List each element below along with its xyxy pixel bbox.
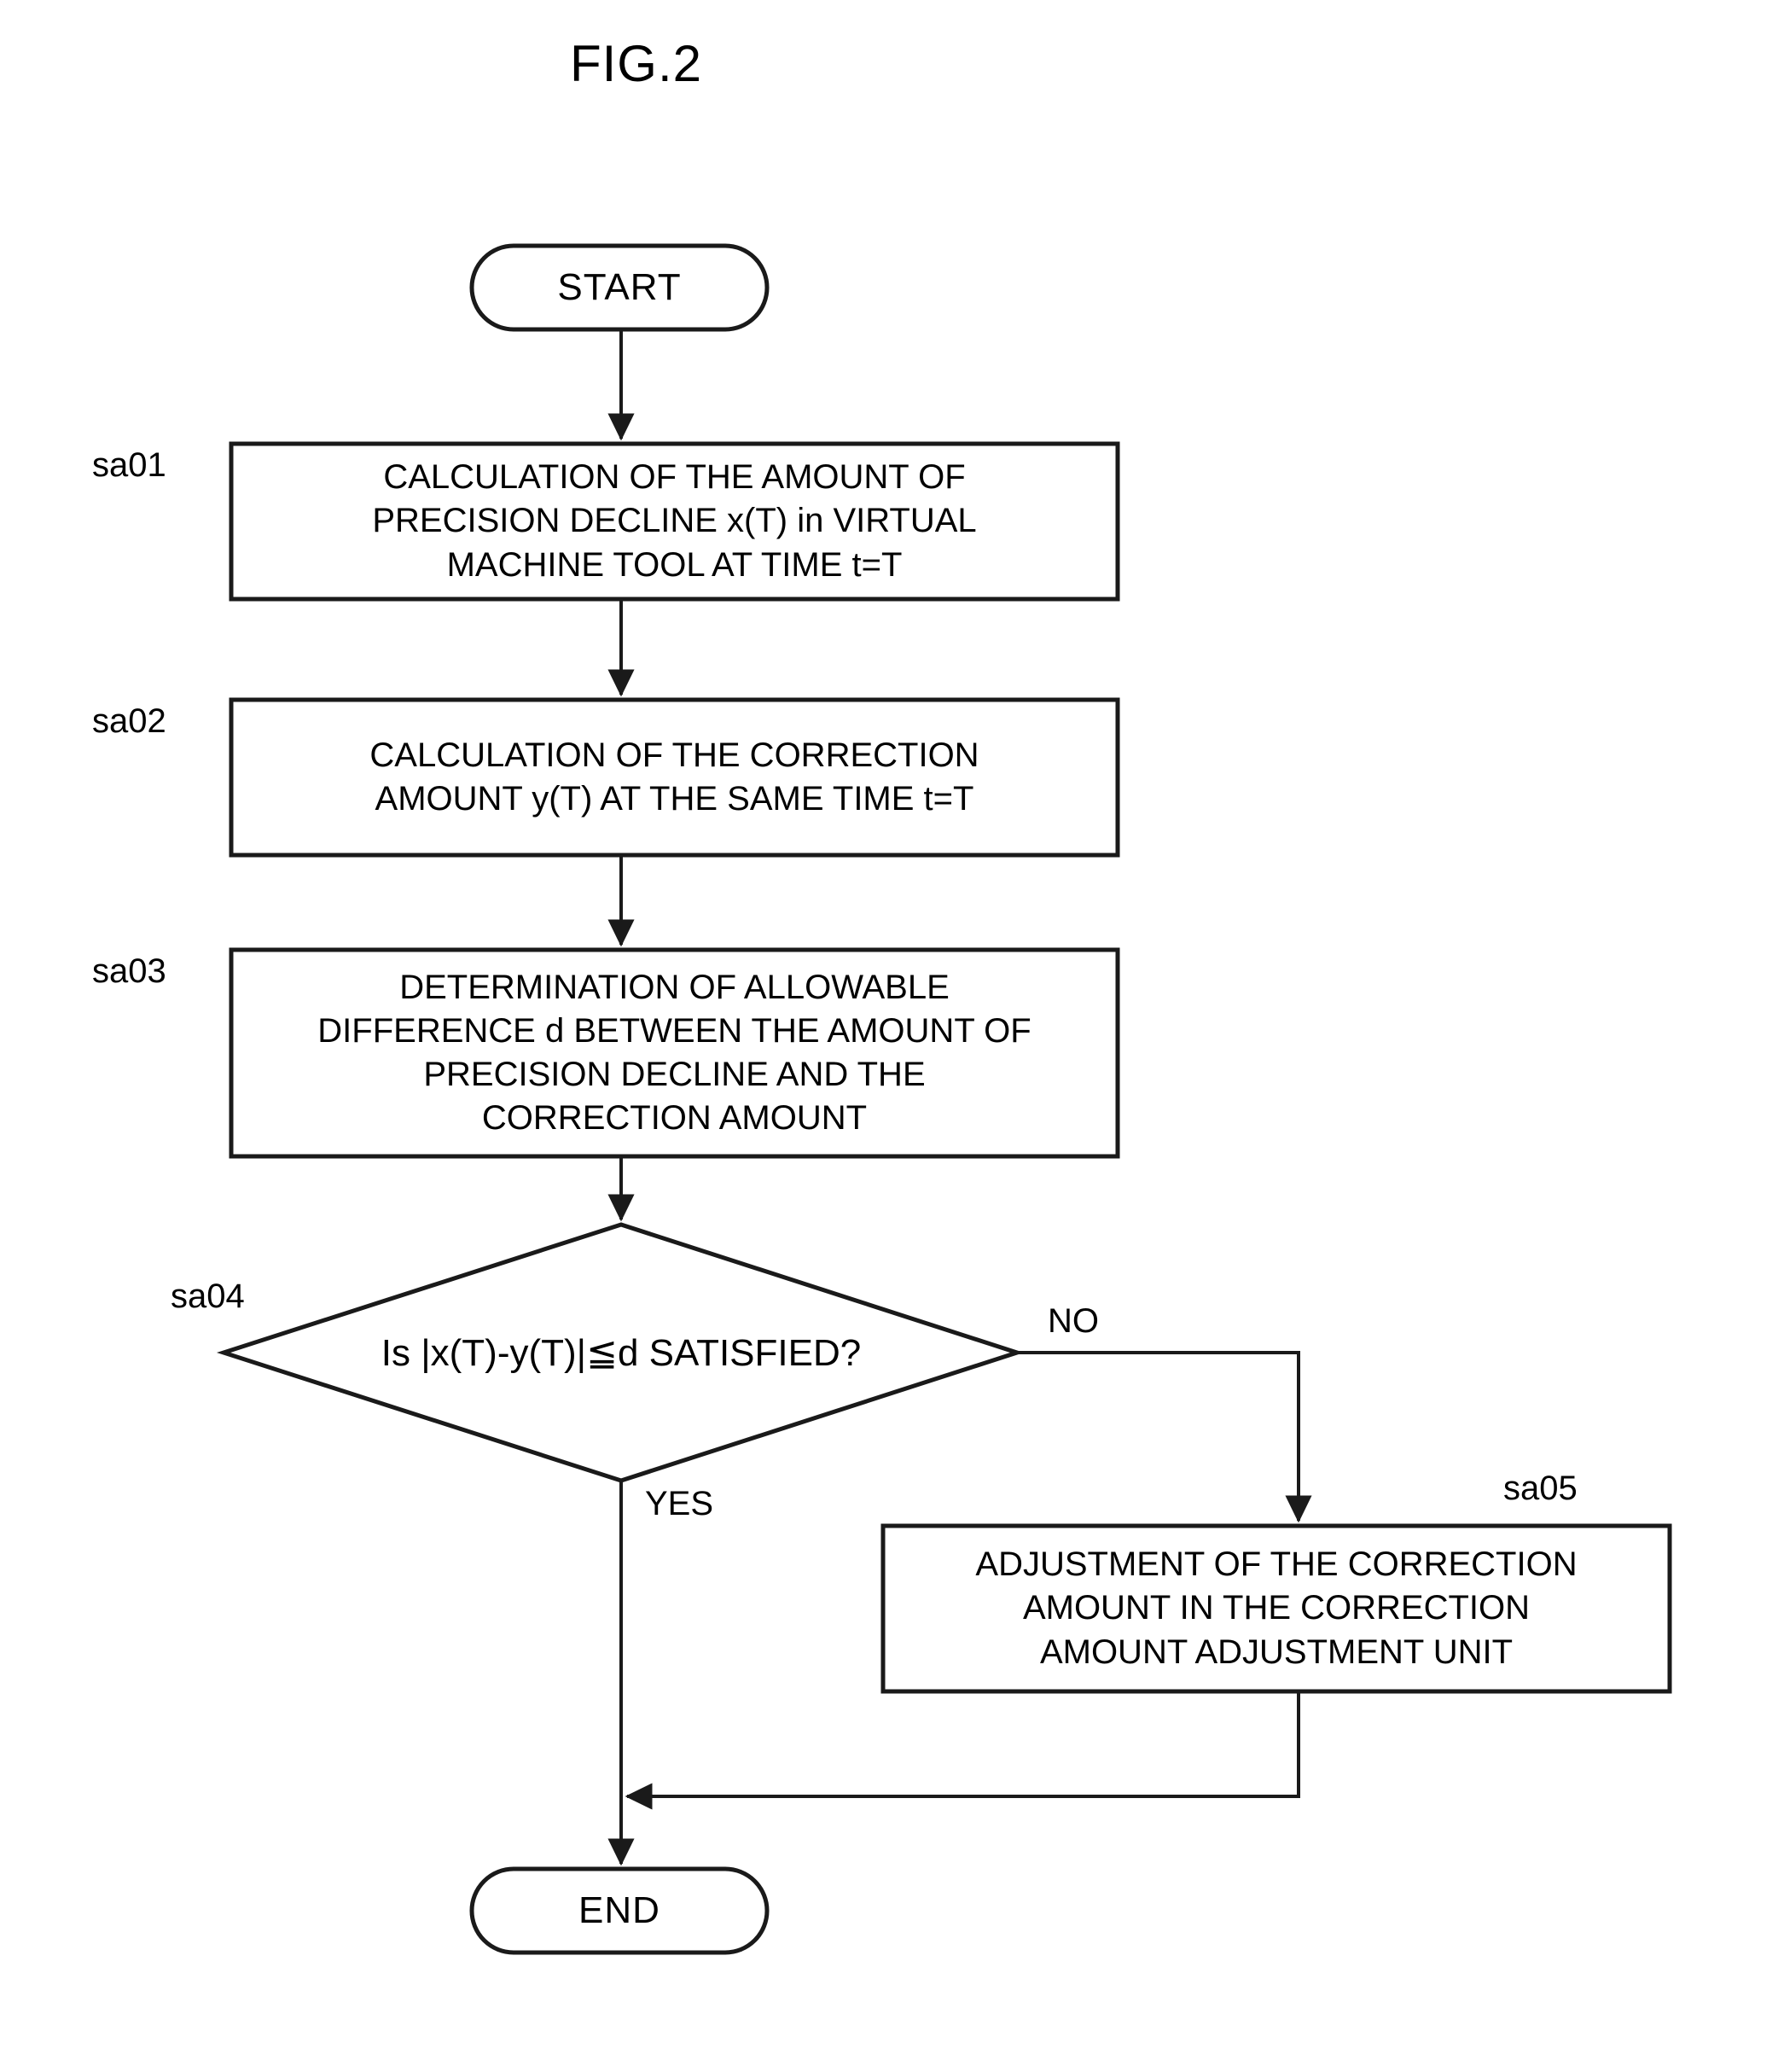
sa01-step-label: sa01 — [92, 446, 166, 484]
edge-label-no: NO — [1048, 1302, 1099, 1340]
sa04-node-label: Is |x(T)-y(T)|≦d SATISFIED? — [381, 1331, 862, 1374]
sa02-node-label: CALCULATION OF THE CORRECTION AMOUNT y(T… — [369, 736, 979, 818]
sa03-step-label: sa03 — [92, 952, 166, 990]
figure-page: FIG.2 START sa01 CALCULATION OF THE AMOU… — [0, 0, 1784, 2072]
edge-sa05-merge — [625, 1691, 1300, 1810]
sa05-step-label: sa05 — [1503, 1470, 1578, 1507]
sa05-node-label: ADJUSTMENT OF THE CORRECTION AMOUNT IN T… — [975, 1545, 1578, 1671]
start-node-label: START — [557, 266, 682, 308]
edge-label-yes: YES — [645, 1485, 714, 1522]
sa03-node-label: DETERMINATION OF ALLOWABLE DIFFERENCE d … — [317, 968, 1031, 1138]
edge-sa04-sa05-no — [1017, 1351, 1312, 1523]
end-node-label: END — [578, 1889, 660, 1931]
sa01-node-label: CALCULATION OF THE AMOUNT OF PRECISION D… — [372, 458, 977, 584]
sa04-step-label: sa04 — [171, 1278, 245, 1315]
sa02-step-label: sa02 — [92, 702, 166, 740]
